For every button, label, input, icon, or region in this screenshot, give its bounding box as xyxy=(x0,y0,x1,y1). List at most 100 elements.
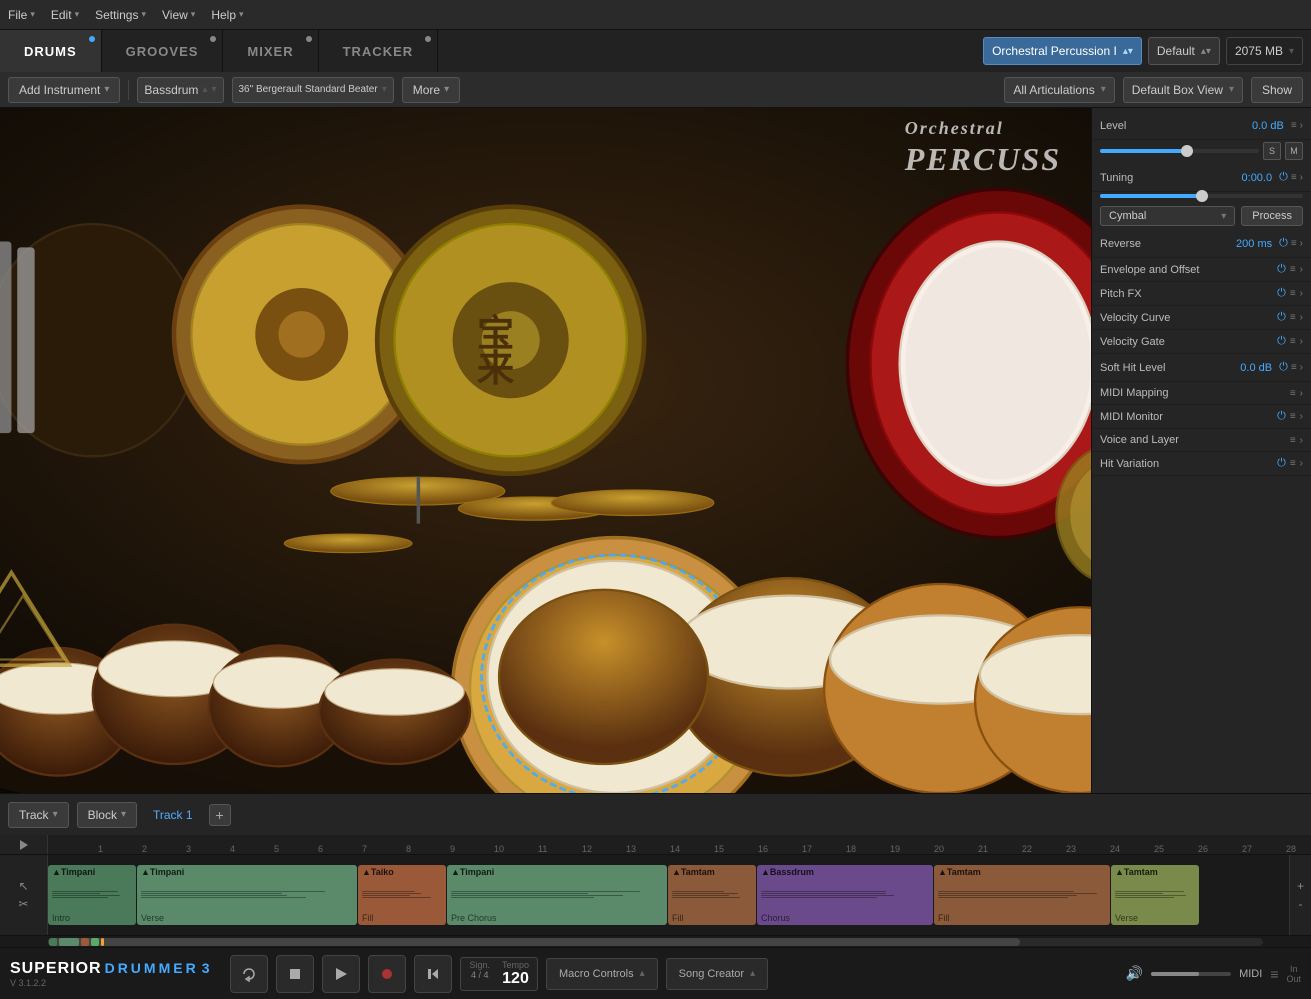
tuning-expand-icon[interactable]: › xyxy=(1300,172,1303,183)
stop-button[interactable] xyxy=(276,955,314,993)
process-button[interactable]: Process xyxy=(1241,206,1303,226)
mute-button[interactable]: M xyxy=(1285,142,1303,160)
midi-monitor-power-icon[interactable]: ⏻ xyxy=(1277,410,1286,423)
velocity-curve-power-icon[interactable]: ⏻ xyxy=(1277,311,1286,324)
velocity-curve-chevron-icon[interactable]: › xyxy=(1300,312,1303,323)
level-label: Level xyxy=(1100,120,1252,132)
tab-mixer[interactable]: MIXER xyxy=(223,30,318,72)
menu-file[interactable]: File ▾ xyxy=(8,8,35,22)
tuning-power-icon[interactable]: ⏻ xyxy=(1279,171,1288,184)
preset-selector[interactable]: Orchestral Percussion I ▴▾ xyxy=(983,37,1142,65)
hit-variation-menu-icon[interactable]: ≡ xyxy=(1290,458,1296,469)
midi-mapping-chevron-icon[interactable]: › xyxy=(1300,388,1303,399)
track-segment-4[interactable]: ▲Tamtam Fill xyxy=(668,865,756,925)
soft-hit-power-icon[interactable]: ⏻ xyxy=(1279,361,1288,374)
song-creator-button[interactable]: Song Creator ▴ xyxy=(666,958,768,990)
voice-layer-menu-icon[interactable]: ≡ xyxy=(1290,435,1296,446)
track-segment-7[interactable]: ▲Tamtam Verse xyxy=(1111,865,1199,925)
track-segment-6[interactable]: ▲Tamtam Fill xyxy=(934,865,1110,925)
section-midi-monitor[interactable]: MIDI Monitor ⏻ ≡ › xyxy=(1092,405,1311,429)
level-menu-icon[interactable]: ≡ xyxy=(1291,120,1297,131)
velocity-gate-menu-icon[interactable]: ≡ xyxy=(1290,336,1296,347)
scissors-icon[interactable]: ✂ xyxy=(18,897,28,911)
more-button[interactable]: More ▾ xyxy=(402,77,460,103)
tuning-slider-thumb[interactable] xyxy=(1196,190,1208,202)
scroll-bar[interactable] xyxy=(48,938,1263,946)
envelope-power-icon[interactable]: ⏻ xyxy=(1277,263,1286,276)
reverse-menu-icon[interactable]: ≡ xyxy=(1291,238,1297,249)
tuning-menu-icon[interactable]: ≡ xyxy=(1291,172,1297,183)
block-button[interactable]: Block ▾ xyxy=(77,802,137,828)
view-dropdown[interactable]: Default Box View ▾ xyxy=(1123,77,1243,103)
level-slider-thumb[interactable] xyxy=(1181,145,1193,157)
pitch-power-icon[interactable]: ⏻ xyxy=(1277,287,1286,300)
tab-drums[interactable]: DRUMS xyxy=(0,30,102,72)
level-expand-icon[interactable]: › xyxy=(1300,120,1303,131)
loop-button[interactable] xyxy=(230,955,268,993)
cursor-icon[interactable]: ↖ xyxy=(18,879,28,893)
add-track-button[interactable]: + xyxy=(209,804,231,826)
track-button[interactable]: Track ▾ xyxy=(8,802,69,828)
midi-menu-icon[interactable]: ≡ xyxy=(1270,966,1278,982)
section-velocity-curve[interactable]: Velocity Curve ⏻ ≡ › xyxy=(1092,306,1311,330)
section-velocity-gate[interactable]: Velocity Gate ⏻ ≡ › xyxy=(1092,330,1311,354)
volume-slider[interactable] xyxy=(1151,972,1231,976)
play-button[interactable] xyxy=(322,955,360,993)
section-hit-variation[interactable]: Hit Variation ⏻ ≡ › xyxy=(1092,452,1311,476)
macro-controls-button[interactable]: Macro Controls ▴ xyxy=(546,958,658,990)
show-button[interactable]: Show xyxy=(1251,77,1303,103)
zoom-in-button[interactable]: + xyxy=(1297,879,1304,893)
midi-area: 🔊 MIDI ≡ In Out xyxy=(1126,964,1301,984)
hit-variation-chevron-icon[interactable]: › xyxy=(1300,458,1303,469)
velocity-gate-power-icon[interactable]: ⏻ xyxy=(1277,335,1286,348)
section-pitch[interactable]: Pitch FX ⏻ ≡ › xyxy=(1092,282,1311,306)
drum-kit-area[interactable]: Orchestral PERCUSS xyxy=(0,108,1091,793)
tracks-scroll-area[interactable]: ▲Timpani Intro ▲Timpani Verse ▲Taiko Fil… xyxy=(48,855,1289,935)
instrument-dropdown[interactable]: Bassdrum ▴ ▾ xyxy=(137,77,223,103)
add-instrument-button[interactable]: Add Instrument ▾ xyxy=(8,77,120,103)
envelope-menu-icon[interactable]: ≡ xyxy=(1290,264,1296,275)
tempo-area[interactable]: Sign. 4 / 4 Tempo 120 xyxy=(460,957,538,991)
seg-name-6: ▲Tamtam xyxy=(938,867,1106,877)
midi-monitor-chevron-icon[interactable]: › xyxy=(1300,411,1303,422)
zoom-out-button[interactable]: - xyxy=(1299,897,1303,911)
articulations-dropdown[interactable]: All Articulations ▾ xyxy=(1004,77,1114,103)
midi-mapping-menu-icon[interactable]: ≡ xyxy=(1290,388,1296,399)
tab-grooves[interactable]: GROOVES xyxy=(102,30,224,72)
tab-tracker[interactable]: TRACKER xyxy=(319,30,439,72)
level-slider[interactable] xyxy=(1100,149,1259,153)
reverse-power-icon[interactable]: ⏻ xyxy=(1279,237,1288,250)
record-button[interactable] xyxy=(368,955,406,993)
reverse-expand-icon[interactable]: › xyxy=(1300,238,1303,249)
hit-variation-power-icon[interactable]: ⏻ xyxy=(1277,457,1286,470)
menu-view[interactable]: View ▾ xyxy=(162,8,195,22)
voice-layer-label: Voice and Layer xyxy=(1100,434,1290,446)
menu-edit[interactable]: Edit ▾ xyxy=(51,8,79,22)
section-voice-layer[interactable]: Voice and Layer ≡ › xyxy=(1092,429,1311,452)
cymbal-dropdown[interactable]: Cymbal ▾ xyxy=(1100,206,1235,226)
solo-button[interactable]: S xyxy=(1263,142,1281,160)
default-selector[interactable]: Default ▴▾ xyxy=(1148,37,1220,65)
envelope-chevron-icon[interactable]: › xyxy=(1300,264,1303,275)
voice-layer-chevron-icon[interactable]: › xyxy=(1300,435,1303,446)
pitch-menu-icon[interactable]: ≡ xyxy=(1290,288,1296,299)
track-segment-5[interactable]: ▲Bassdrum Chorus xyxy=(757,865,933,925)
track-segment-3[interactable]: ▲Timpani Pre Chorus xyxy=(447,865,667,925)
rewind-button[interactable] xyxy=(414,955,452,993)
menu-help[interactable]: Help ▾ xyxy=(211,8,243,22)
velocity-curve-menu-icon[interactable]: ≡ xyxy=(1290,312,1296,323)
midi-monitor-menu-icon[interactable]: ≡ xyxy=(1290,411,1296,422)
track-segment-2[interactable]: ▲Taiko Fill xyxy=(358,865,446,925)
beater-dropdown[interactable]: 36" Bergerault Standard Beater ▾ xyxy=(232,77,394,103)
pitch-chevron-icon[interactable]: › xyxy=(1300,288,1303,299)
soft-hit-chevron-icon[interactable]: › xyxy=(1300,362,1303,373)
menu-settings[interactable]: Settings ▾ xyxy=(95,8,146,22)
soft-hit-menu-icon[interactable]: ≡ xyxy=(1291,362,1297,373)
track-segment-1[interactable]: ▲Timpani Verse xyxy=(137,865,357,925)
track-segment-0[interactable]: ▲Timpani Intro xyxy=(48,865,136,925)
section-envelope[interactable]: Envelope and Offset ⏻ ≡ › xyxy=(1092,258,1311,282)
tuning-slider[interactable] xyxy=(1100,194,1303,198)
scroll-indicator[interactable] xyxy=(48,938,1020,946)
section-midi-mapping[interactable]: MIDI Mapping ≡ › xyxy=(1092,382,1311,405)
velocity-gate-chevron-icon[interactable]: › xyxy=(1300,336,1303,347)
